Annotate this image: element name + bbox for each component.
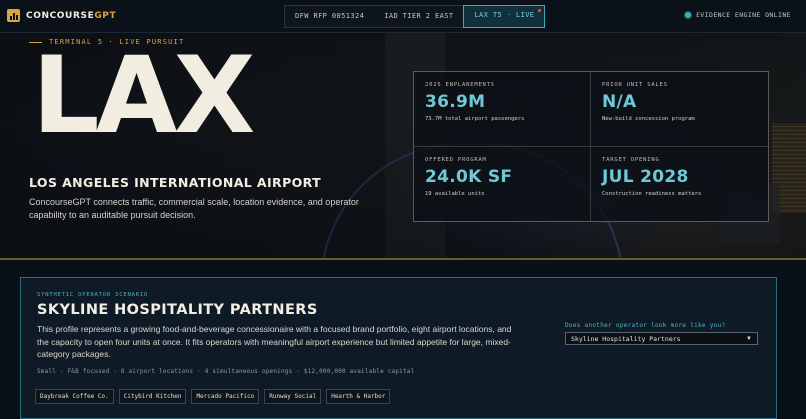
operator-meta: Small · F&B focused · 8 airport location…: [37, 368, 415, 375]
pursuit-tabs: DFW RFP 0051324 IAD TIER 2 EAST LAX T5 ·…: [284, 5, 546, 28]
operator-name: SKYLINE HOSPITALITY PARTNERS: [37, 302, 318, 318]
brand-chip: Citybird Kitchen: [118, 389, 187, 404]
brand-logo[interactable]: CONCOURSEGPT: [7, 9, 116, 22]
stats-grid: 2025 ENPLANEMENTS 36.9M 73.7M total airp…: [413, 71, 769, 222]
brand-chips: Daybreak Coffee Co. Citybird Kitchen Mer…: [35, 389, 391, 404]
chevron-down-icon: ▼: [746, 335, 752, 342]
operator-select-value: Skyline Hospitality Partners: [571, 334, 681, 343]
airport-code: LAX: [32, 34, 255, 157]
top-bar: CONCOURSEGPT DFW RFP 0051324 IAD TIER 2 …: [0, 0, 806, 33]
brand-chip: Mercado Pacifico: [191, 389, 260, 404]
tab-lax[interactable]: LAX T5 · LIVE: [463, 5, 546, 28]
brand-chip: Daybreak Coffee Co.: [35, 389, 114, 404]
status-dot-icon: [685, 12, 692, 18]
stat-offered-program: OFFERED PROGRAM 24.0K SF 19 available un…: [414, 146, 591, 221]
operator-description: This profile represents a growing food-a…: [37, 324, 512, 360]
tab-dfw[interactable]: DFW RFP 0051324: [285, 6, 374, 27]
stat-enplanements: 2025 ENPLANEMENTS 36.9M 73.7M total airp…: [414, 72, 591, 147]
hero-section: TERMINAL 5 · LIVE PURSUIT LAX LOS ANGELE…: [0, 33, 806, 260]
tab-iad[interactable]: IAD TIER 2 EAST: [374, 6, 463, 27]
live-indicator-icon: [538, 9, 542, 12]
brand-name: CONCOURSEGPT: [26, 10, 117, 21]
stat-prior-sales: PRIOR UNIT SALES N/A New-build concessio…: [591, 72, 768, 147]
operator-select[interactable]: Skyline Hospitality Partners ▼: [565, 332, 758, 345]
operator-eyebrow: SYNTHETIC OPERATOR SCENARIO: [37, 292, 149, 298]
brand-chip: Runway Social: [264, 389, 322, 404]
airport-name: LOS ANGELES INTERNATIONAL AIRPORT: [29, 175, 322, 190]
stat-target-opening: TARGET OPENING JUL 2028 Construction rea…: [602, 156, 702, 197]
engine-status: EVIDENCE ENGINE ONLINE: [685, 11, 791, 19]
compare-operator-label: Does another operator look more like you…: [565, 322, 726, 329]
brand-chip: Hearth & Harbor: [326, 389, 391, 404]
status-text: EVIDENCE ENGINE ONLINE: [696, 11, 791, 19]
hero-description: ConcourseGPT connects traffic, commercia…: [29, 197, 359, 220]
bar-chart-icon: [7, 9, 20, 22]
operator-panel: SYNTHETIC OPERATOR SCENARIO SKYLINE HOSP…: [20, 277, 777, 419]
